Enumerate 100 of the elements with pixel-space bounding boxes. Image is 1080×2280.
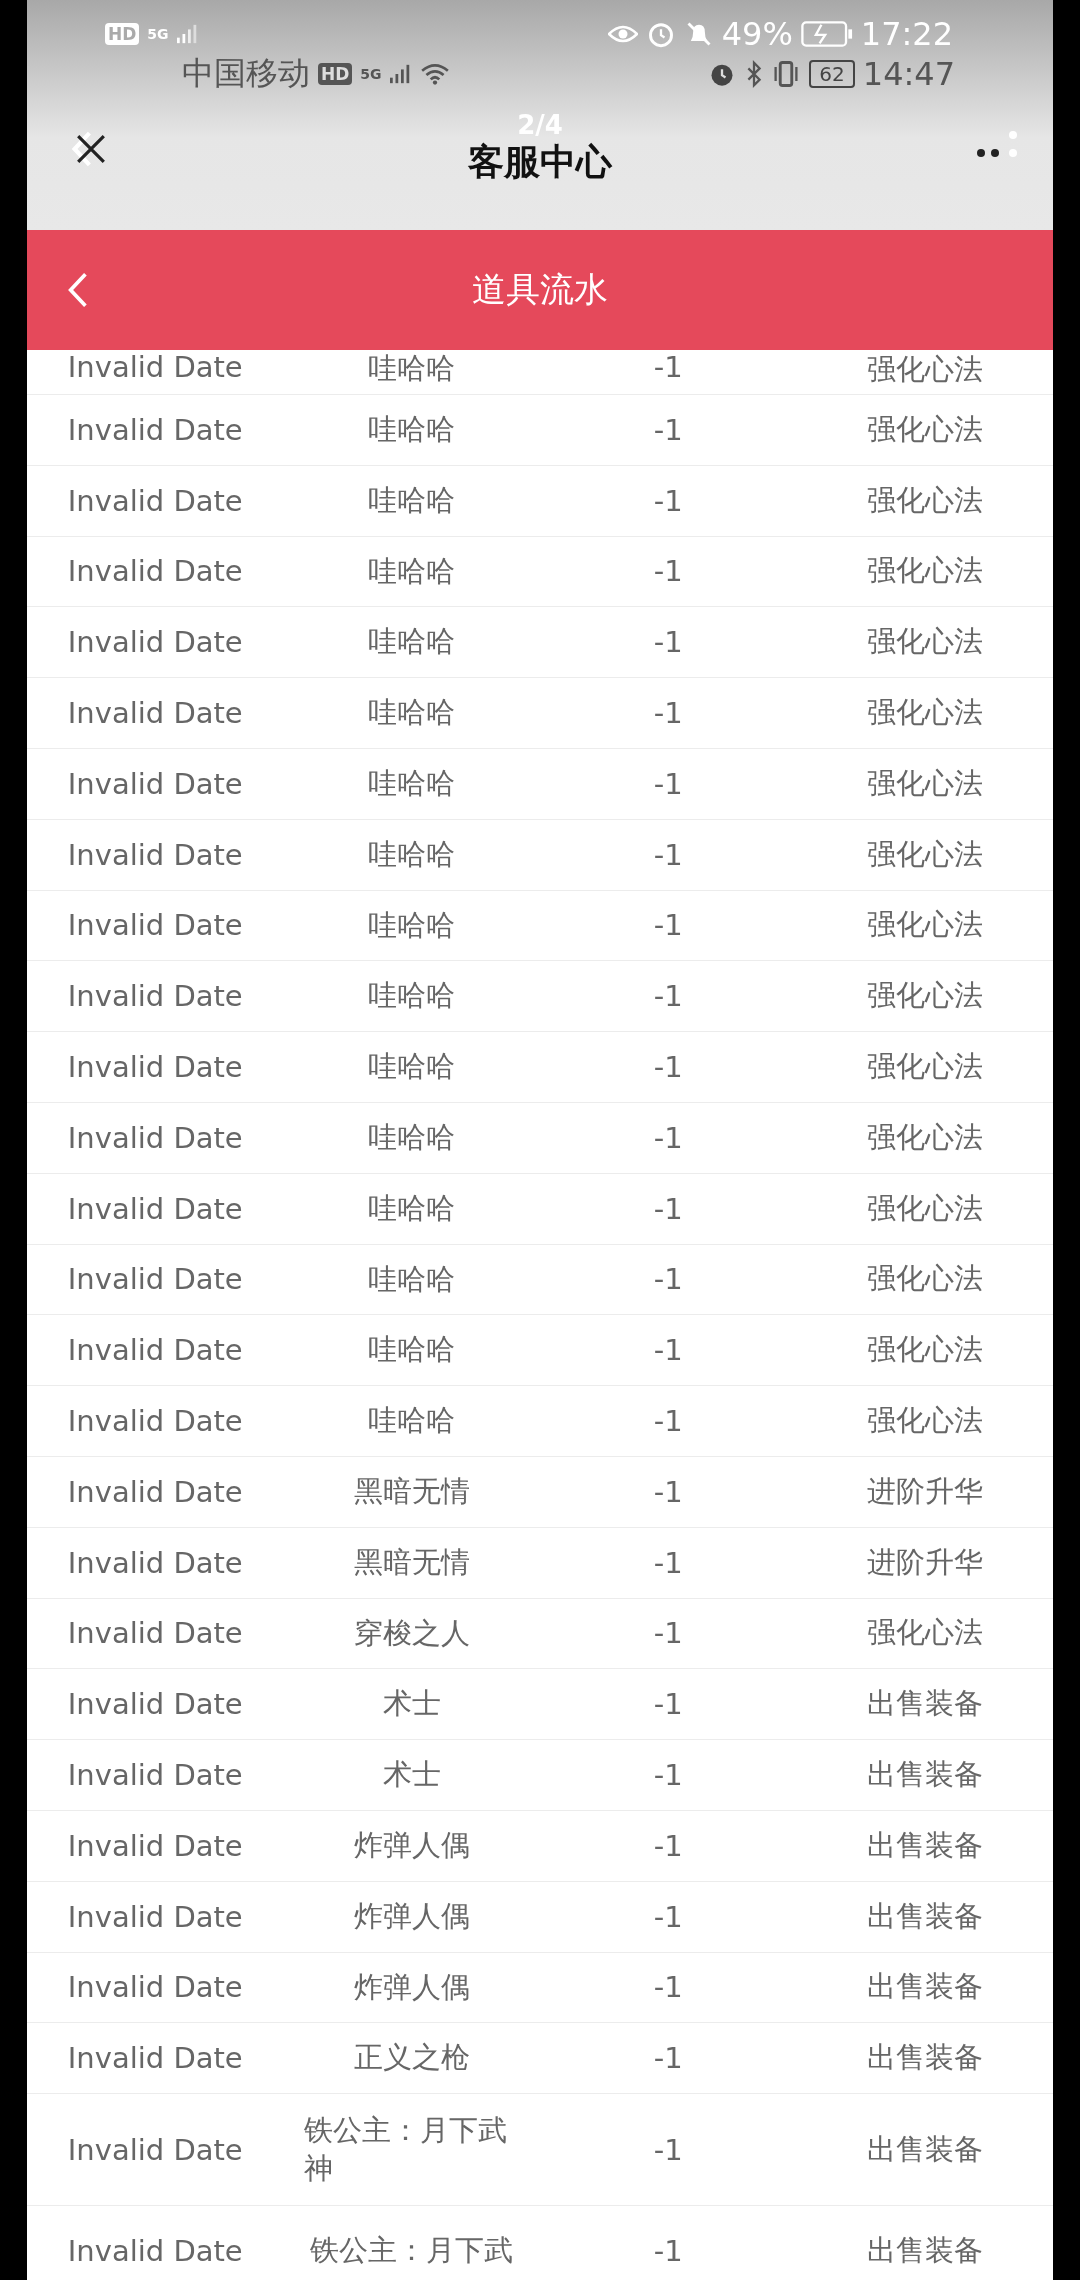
count-cell: -1	[653, 625, 683, 660]
clock-time: 14:47	[862, 55, 955, 93]
item-cell: 哇哈哈	[368, 1048, 456, 1086]
reason-cell-text: 强化心法	[866, 694, 983, 732]
reason-cell-text: 出售装备	[866, 1826, 983, 1864]
count-cell: -1	[653, 1050, 683, 1085]
date-cell: Invalid Date	[67, 1262, 243, 1297]
date-cell: Invalid Date	[67, 1616, 243, 1651]
reason-cell-text: 强化心法	[866, 623, 983, 661]
date-cell: Invalid Date	[67, 1970, 243, 2005]
count-cell: -1	[653, 1758, 683, 1793]
item-cell-text: 铁公主：月下武	[310, 2231, 514, 2269]
nav-title: 道具流水	[472, 268, 608, 311]
count-cell: -1	[653, 2233, 683, 2268]
date-cell: Invalid Date	[67, 1758, 243, 1793]
date-cell: Invalid Date	[67, 2233, 243, 2268]
date-cell: Invalid Date	[67, 837, 243, 872]
reason-cell-text: 强化心法	[866, 1402, 983, 1440]
date-cell: Invalid Date	[67, 483, 243, 518]
date-cell: Invalid Date	[67, 979, 243, 1014]
reason-cell-text: 强化心法	[866, 906, 983, 944]
date-cell: Invalid Date	[67, 1191, 243, 1226]
item-cell-text: 炸弹人偶	[353, 1968, 470, 2006]
network-label: 5G	[147, 26, 169, 42]
date-cell: Invalid Date	[67, 1333, 243, 1368]
count-cell: -1	[653, 766, 683, 801]
bluetooth-icon	[745, 60, 764, 88]
count-cell: -1	[653, 412, 683, 447]
item-cell-text: 黑暗无情	[353, 1473, 470, 1510]
network-label: 5G	[360, 66, 382, 82]
count-cell: -1	[653, 483, 683, 518]
reason-cell-text: 强化心法	[866, 764, 983, 802]
reason-cell-text: 强化心法	[866, 552, 983, 590]
item-cell-text: 黑暗无情	[353, 1543, 470, 1581]
reason-cell-text: 强化心法	[866, 410, 983, 448]
item-cell-text: 哇哈哈	[368, 552, 456, 590]
count-cell: -1	[653, 696, 683, 731]
reason-cell-text: 出售装备	[866, 1897, 983, 1935]
reason-cell-text: 强化心法	[866, 351, 983, 388]
reason-cell-text: 强化心法	[866, 1614, 983, 1652]
battery-percentage: 49%	[721, 15, 793, 53]
back-icon[interactable]	[67, 271, 89, 309]
item-cell: 术士	[382, 1756, 441, 1794]
reason-cell-text: 出售装备	[866, 2130, 983, 2168]
count-cell: -1	[653, 979, 683, 1014]
clock-time: 17:22	[860, 15, 953, 53]
date-cell: Invalid Date	[67, 1404, 243, 1439]
item-cell-text: 哇哈哈	[368, 350, 456, 387]
date-cell: Invalid Date	[67, 696, 243, 731]
battery-indicator: 62	[809, 60, 855, 88]
count-cell: -1	[653, 1474, 683, 1509]
reason-cell-text: 强化心法	[866, 1189, 983, 1227]
item-cell-text: 哇哈哈	[368, 835, 456, 873]
count-cell: -1	[653, 1970, 683, 2005]
signal-icon	[389, 63, 412, 85]
item-cell: 哇哈哈	[368, 1402, 456, 1440]
item-cell-text: 哇哈哈	[368, 1260, 456, 1298]
count-cell: -1	[653, 1333, 683, 1368]
close-icon[interactable]	[75, 133, 107, 165]
date-cell: Invalid Date	[67, 2041, 243, 2076]
count-cell: -1	[653, 1262, 683, 1297]
item-cell-text: 正义之枪	[353, 2039, 470, 2077]
reason-cell-text: 进阶升华	[866, 1472, 983, 1510]
date-cell: Invalid Date	[67, 1828, 243, 1863]
item-cell-text: 炸弹人偶	[353, 1827, 470, 1864]
date-cell: Invalid Date	[67, 1120, 243, 1155]
date-cell: Invalid Date	[67, 766, 243, 801]
item-cell-text: 穿梭之人	[353, 1614, 470, 1652]
count-cell: -1	[653, 350, 683, 384]
item-cell-text: 哇哈哈	[368, 977, 456, 1015]
count-cell: -1	[653, 908, 683, 943]
hd-badge: HD	[105, 23, 140, 45]
count-cell: -1	[653, 2041, 683, 2076]
date-cell: Invalid Date	[67, 350, 243, 384]
item-cell: 哇哈哈	[368, 765, 456, 803]
reason-cell-text: 强化心法	[866, 1118, 983, 1156]
item-cell-text: 哇哈哈	[368, 623, 456, 661]
reason-cell-text: 进阶升华	[866, 1543, 983, 1581]
signal-icon	[176, 23, 199, 45]
date-cell: Invalid Date	[67, 625, 243, 660]
reason-cell-text: 强化心法	[866, 1331, 983, 1369]
count-cell: -1	[653, 1191, 683, 1226]
date-cell: Invalid Date	[67, 1687, 243, 1722]
count-cell: -1	[653, 1404, 683, 1439]
reason-cell-text: 出售装备	[866, 1756, 983, 1794]
reason-cell-text: 强化心法	[866, 977, 983, 1015]
reason-cell-text: 强化心法	[866, 1048, 983, 1086]
item-cell-text: 哇哈哈	[368, 1331, 456, 1369]
date-cell: Invalid Date	[67, 908, 243, 943]
date-cell: Invalid Date	[67, 554, 243, 589]
item-cell-text: 哇哈哈	[368, 1119, 456, 1156]
item-cell-text: 铁公主：月下武神	[303, 2111, 508, 2187]
reason-cell-text: 出售装备	[866, 2039, 983, 2077]
reason-cell-text: 出售装备	[866, 2231, 983, 2269]
date-cell: Invalid Date	[67, 1899, 243, 1934]
item-cell-text: 哇哈哈	[368, 1189, 456, 1227]
hd-badge: HD	[318, 63, 353, 85]
count-cell: -1	[653, 1120, 683, 1155]
date-cell: Invalid Date	[67, 1050, 243, 1085]
reason-cell-text: 出售装备	[866, 1685, 983, 1723]
